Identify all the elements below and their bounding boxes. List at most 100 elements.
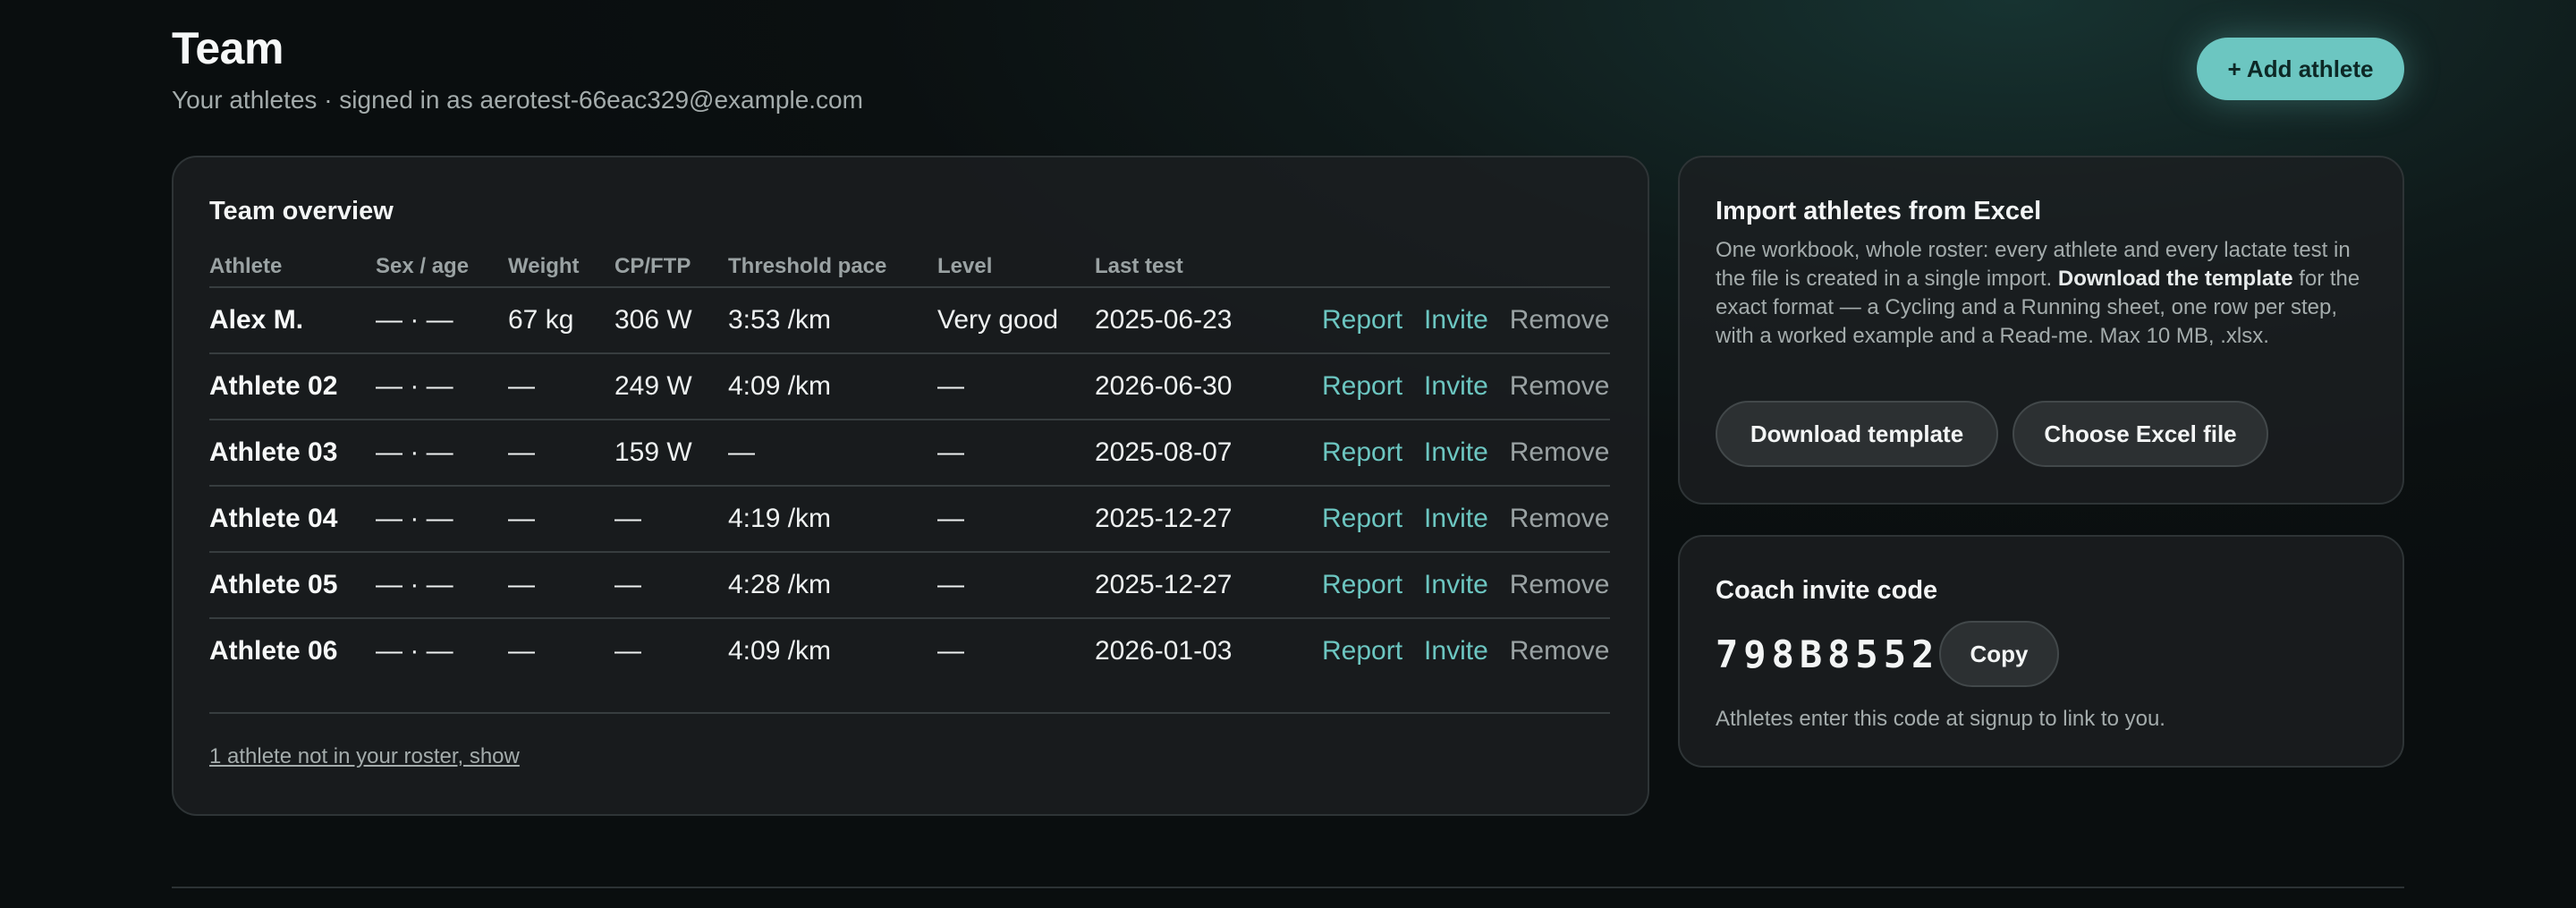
athlete-name[interactable]: Athlete 05 (209, 552, 376, 619)
column-header-threshold-pace[interactable]: Threshold pace (728, 247, 937, 288)
invite-link[interactable]: Invite (1424, 570, 1488, 600)
invite-code: 798B8552 (1716, 632, 1940, 676)
table-row[interactable]: Athlete 06 — · — — — 4:09 /km — 2026-01-… (209, 618, 1610, 683)
remove-link[interactable]: Remove (1510, 636, 1610, 666)
team-overview-title: Team overview (209, 197, 394, 225)
athlete-sex-age: — · — (376, 420, 508, 487)
athlete-last-test: 2025-06-23 (1095, 287, 1322, 354)
table-row[interactable]: Athlete 03 — · — — 159 W — — 2025-08-07 … (209, 420, 1610, 487)
athlete-sex-age: — · — (376, 552, 508, 619)
table-row[interactable]: Athlete 02 — · — — 249 W 4:09 /km — 2026… (209, 353, 1610, 420)
athlete-sex-age: — · — (376, 486, 508, 553)
page-title: Team (172, 23, 284, 73)
page-header: Team Your athletes · signed in as aerote… (172, 0, 2404, 143)
athlete-pace: 4:09 /km (728, 636, 832, 666)
overview-divider (209, 712, 1610, 714)
row-actions: Report Invite Remove (1322, 618, 1610, 683)
table-row[interactable]: Athlete 04 — · — — — 4:19 /km — 2025-12-… (209, 486, 1610, 553)
athlete-weight: — (508, 353, 614, 420)
athlete-last-test: 2026-06-30 (1095, 353, 1322, 420)
athlete-pace: 4:09 /km (728, 353, 937, 420)
invite-link[interactable]: Invite (1424, 504, 1488, 534)
table-header-row: Athlete Sex / age Weight CP/FTP Threshol… (209, 247, 1610, 288)
row-actions: Report Invite Remove (1322, 287, 1610, 354)
athlete-cp: 249 W (614, 353, 728, 420)
athlete-weight: — (508, 486, 614, 553)
download-template-button[interactable]: Download template (1716, 401, 1998, 467)
column-header-last-test[interactable]: Last test (1095, 247, 1322, 288)
table-row[interactable]: Athlete 05 — · — — — 4:28 /km — 2025-12-… (209, 552, 1610, 619)
athlete-sex-age: — · — (376, 636, 453, 666)
show-hidden-athletes-link[interactable]: 1 athlete not in your roster, show (209, 744, 520, 769)
athlete-weight: — (508, 552, 614, 619)
team-page: Team Your athletes · signed in as aerote… (172, 0, 2404, 908)
athlete-level: — (937, 420, 1095, 487)
column-header-athlete[interactable]: Athlete (209, 247, 376, 288)
athlete-last-test: 2025-12-27 (1095, 552, 1322, 619)
athlete-name[interactable]: Athlete 02 (209, 353, 376, 420)
row-actions: Report Invite Remove (1322, 420, 1610, 487)
import-desc-template-ref: Download the template (2057, 267, 2293, 291)
athlete-cp: — (614, 636, 641, 666)
coach-invite-card: Coach invite code 798B8552 Copy Athletes… (1678, 535, 2404, 768)
row-actions: Report Invite Remove (1322, 353, 1610, 420)
invite-hint: Athletes enter this code at signup to li… (1716, 707, 2165, 731)
column-header-sex-age[interactable]: Sex / age (376, 247, 508, 288)
invite-link[interactable]: Invite (1424, 371, 1488, 402)
report-link[interactable]: Report (1322, 636, 1402, 666)
footer-divider (172, 887, 2404, 888)
athlete-last-test: 2026-01-03 (1095, 636, 1233, 666)
athlete-name[interactable]: Athlete 06 (209, 618, 376, 683)
athlete-sex-age: — · — (376, 353, 508, 420)
import-description: One workbook, whole roster: every athlet… (1716, 236, 2377, 351)
remove-link[interactable]: Remove (1510, 570, 1610, 600)
invite-link[interactable]: Invite (1424, 437, 1488, 468)
invite-link[interactable]: Invite (1424, 305, 1488, 335)
invite-title: Coach invite code (1716, 576, 1938, 605)
athlete-pace: 4:28 /km (728, 552, 937, 619)
athlete-cp: 159 W (614, 420, 728, 487)
column-header-weight[interactable]: Weight (508, 247, 614, 288)
athlete-weight: — (508, 636, 535, 666)
remove-link[interactable]: Remove (1510, 371, 1610, 402)
athlete-weight: 67 kg (508, 287, 614, 354)
report-link[interactable]: Report (1322, 437, 1402, 468)
athlete-name[interactable]: Athlete 04 (209, 486, 376, 553)
athlete-sex-age: — · — (376, 287, 508, 354)
import-excel-card: Import athletes from Excel One workbook,… (1678, 156, 2404, 505)
athlete-table: Athlete Sex / age Weight CP/FTP Threshol… (209, 247, 1610, 683)
athlete-level: — (937, 353, 1095, 420)
report-link[interactable]: Report (1322, 570, 1402, 600)
athlete-cp: 306 W (614, 287, 728, 354)
column-header-cp-ftp[interactable]: CP/FTP (614, 247, 728, 288)
athlete-cp: — (614, 486, 728, 553)
import-title: Import athletes from Excel (1716, 197, 2042, 225)
column-header-level[interactable]: Level (937, 247, 1095, 288)
athlete-level: — (937, 486, 1095, 553)
row-actions: Report Invite Remove (1322, 486, 1610, 553)
remove-link[interactable]: Remove (1510, 437, 1610, 468)
athlete-last-test: 2025-08-07 (1095, 420, 1322, 487)
athlete-name[interactable]: Alex M. (209, 287, 376, 354)
athlete-pace: — (728, 420, 937, 487)
athlete-level: — (937, 552, 1095, 619)
column-header-actions (1322, 247, 1610, 288)
table-row[interactable]: Alex M. — · — 67 kg 306 W 3:53 /km Very … (209, 287, 1610, 354)
athlete-pace: 4:19 /km (728, 486, 937, 553)
report-link[interactable]: Report (1322, 504, 1402, 534)
athlete-cp: — (614, 552, 728, 619)
remove-link[interactable]: Remove (1510, 305, 1610, 335)
team-overview-card: Team overview Athlete Sex / age Weight C… (172, 156, 1649, 816)
choose-excel-file-button[interactable]: Choose Excel file (2012, 401, 2268, 467)
athlete-weight: — (508, 420, 614, 487)
invite-link[interactable]: Invite (1424, 636, 1488, 666)
add-athlete-button[interactable]: + Add athlete (2197, 38, 2404, 100)
remove-link[interactable]: Remove (1510, 504, 1610, 534)
report-link[interactable]: Report (1322, 371, 1402, 402)
copy-code-button[interactable]: Copy (1939, 621, 2059, 687)
athlete-pace: 3:53 /km (728, 287, 937, 354)
athlete-name[interactable]: Athlete 03 (209, 420, 376, 487)
page-subtitle: Your athletes · signed in as aerotest-66… (172, 86, 863, 114)
report-link[interactable]: Report (1322, 305, 1402, 335)
row-actions: Report Invite Remove (1322, 552, 1610, 619)
